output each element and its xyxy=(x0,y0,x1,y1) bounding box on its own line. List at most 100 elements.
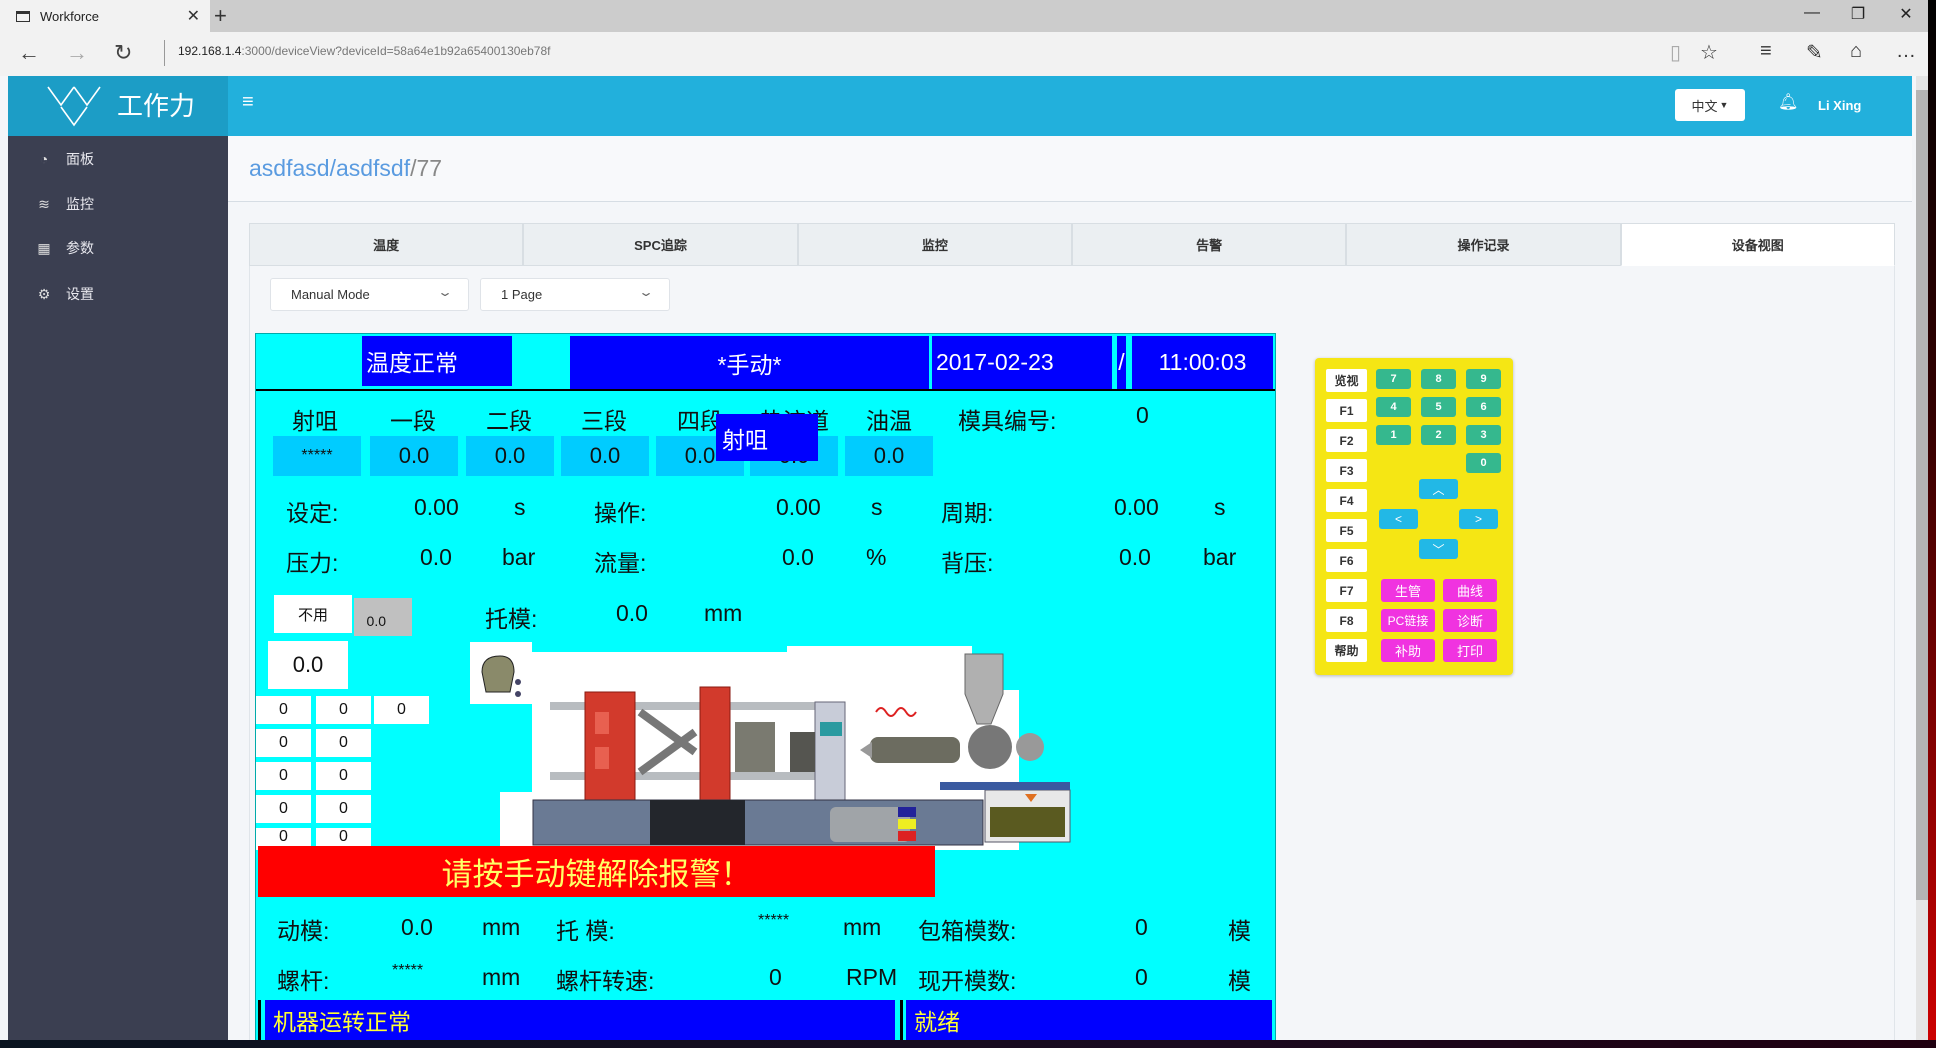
language-dropdown[interactable]: 中文 ▼ xyxy=(1675,89,1745,121)
zone-label: 一段 xyxy=(390,408,436,434)
zone-value[interactable]: 0.0 xyxy=(845,436,933,476)
f3-key[interactable]: F3 xyxy=(1326,459,1367,482)
tab-monitor[interactable]: 监控 xyxy=(797,223,1072,266)
num-key-8[interactable]: 8 xyxy=(1421,369,1456,389)
big-value-display: 0.0 xyxy=(268,641,348,689)
sidebar-item-dashboard[interactable]: ◔ 面板 xyxy=(8,139,228,179)
url-separator xyxy=(164,40,165,66)
tab-temperature[interactable]: 温度 xyxy=(249,223,524,266)
notification-bell-icon[interactable]: 🔔︎ xyxy=(1778,92,1798,112)
favorite-star-icon[interactable]: ☆ xyxy=(1700,40,1718,65)
num-key-0[interactable]: 0 xyxy=(1466,453,1501,473)
packed-count-unit: 模 xyxy=(1228,918,1251,944)
screw-speed-label: 螺杆转速: xyxy=(556,968,655,994)
arrow-up-key[interactable]: ︿ xyxy=(1419,479,1458,499)
breadcrumb-link-1[interactable]: asdfasd xyxy=(249,155,330,181)
page-select[interactable]: 1 Page ⌄ xyxy=(480,278,670,311)
zone-value[interactable]: 0.0 xyxy=(466,436,554,476)
hub-icon[interactable]: ≡ xyxy=(1760,40,1772,63)
grid-cell: 0 xyxy=(316,762,371,790)
forward-button[interactable]: → xyxy=(66,40,88,66)
tab-alarm[interactable]: 告警 xyxy=(1071,223,1347,266)
reading-view-icon[interactable]: ▯ xyxy=(1670,40,1681,65)
tab-spc-tracking[interactable]: SPC追踪 xyxy=(523,223,798,266)
menu-toggle-icon[interactable]: ≡ xyxy=(242,91,254,114)
web-note-icon[interactable]: ✎ xyxy=(1806,40,1823,65)
layers-icon: ≋ xyxy=(38,195,50,212)
f8-key[interactable]: F8 xyxy=(1326,609,1367,632)
arrow-down-key[interactable]: ﹀ xyxy=(1419,539,1458,559)
cycle-time-unit: s xyxy=(1214,494,1226,520)
chevron-down-icon: ﹀ xyxy=(1432,542,1445,557)
close-tab-icon[interactable]: ✕ xyxy=(187,6,200,26)
unused-button[interactable]: 不用 xyxy=(274,595,352,633)
scrollbar-thumb[interactable] xyxy=(1916,90,1928,900)
alarm-banner: 请按手动键解除报警！ xyxy=(258,846,935,897)
share-icon[interactable]: ⌂ xyxy=(1850,40,1862,63)
sidebar-item-label: 面板 xyxy=(66,151,94,167)
hmi-date: 2017-02-23 xyxy=(932,336,1112,389)
view-key[interactable]: 览视 xyxy=(1326,369,1367,392)
sidebar-item-label: 参数 xyxy=(66,240,94,256)
grid-cell: 0 xyxy=(256,795,311,823)
nozzle-popup: 射咀 xyxy=(716,414,818,461)
zone-label: 二段 xyxy=(486,408,532,434)
curve-key[interactable]: 曲线 xyxy=(1443,579,1497,602)
num-key-3[interactable]: 3 xyxy=(1466,425,1501,445)
zone-value[interactable]: 0.0 xyxy=(561,436,649,476)
grid-cell: 0 xyxy=(316,795,371,823)
tab-operation-log[interactable]: 操作记录 xyxy=(1346,223,1621,266)
zone-label: 油温 xyxy=(866,408,912,434)
f6-key[interactable]: F6 xyxy=(1326,549,1367,572)
open-count-label: 现开模数: xyxy=(918,968,1017,994)
dashboard-icon: ◔ xyxy=(39,151,49,167)
num-key-9[interactable]: 9 xyxy=(1466,369,1501,389)
browser-tab[interactable]: Workforce ✕ xyxy=(0,0,210,32)
num-key-2[interactable]: 2 xyxy=(1421,425,1456,445)
zone-value[interactable]: 0.0 xyxy=(370,436,458,476)
new-tab-button[interactable]: + xyxy=(214,3,227,29)
chevron-down-icon: ⌄ xyxy=(436,285,454,299)
num-key-1[interactable]: 1 xyxy=(1376,425,1411,445)
f5-key[interactable]: F5 xyxy=(1326,519,1367,542)
refresh-button[interactable]: ↻ xyxy=(114,40,132,66)
print-key[interactable]: 打印 xyxy=(1443,639,1497,662)
f1-key[interactable]: F1 xyxy=(1326,399,1367,422)
hmi-time: 11:00:03 xyxy=(1132,336,1273,389)
user-name[interactable]: Li Xing xyxy=(1818,98,1861,113)
auxiliary-key[interactable]: 补助 xyxy=(1381,639,1435,662)
arrow-left-key[interactable]: < xyxy=(1379,509,1418,529)
more-icon[interactable]: … xyxy=(1896,40,1916,63)
restore-button[interactable]: ❐ xyxy=(1838,4,1878,24)
diagnosis-key[interactable]: 诊断 xyxy=(1443,609,1497,632)
cycle-time-label: 周期: xyxy=(941,500,994,526)
back-button[interactable]: ← xyxy=(18,40,40,66)
status-divider xyxy=(900,1000,903,1040)
num-key-6[interactable]: 6 xyxy=(1466,397,1501,417)
arrow-right-key[interactable]: > xyxy=(1459,509,1498,529)
num-key-5[interactable]: 5 xyxy=(1421,397,1456,417)
breadcrumb-link-2[interactable]: asdfsdf xyxy=(336,155,410,181)
header-divider xyxy=(256,389,1275,391)
production-mgmt-key[interactable]: 生管 xyxy=(1381,579,1435,602)
f7-key[interactable]: F7 xyxy=(1326,579,1367,602)
f4-key[interactable]: F4 xyxy=(1326,489,1367,512)
sidebar-item-settings[interactable]: ⚙ 设置 xyxy=(8,274,228,314)
ejector-unit: mm xyxy=(843,914,882,940)
url-field[interactable]: 192.168.1.4:3000/deviceView?deviceId=58a… xyxy=(178,44,550,58)
help-key[interactable]: 帮助 xyxy=(1326,639,1367,662)
close-window-button[interactable]: ✕ xyxy=(1886,4,1926,24)
zone-value-nozzle[interactable]: ***** xyxy=(273,436,361,476)
f2-key[interactable]: F2 xyxy=(1326,429,1367,452)
pc-link-key[interactable]: PC链接 xyxy=(1381,609,1435,632)
num-key-4[interactable]: 4 xyxy=(1376,397,1411,417)
sidebar-item-monitor[interactable]: ≋ 监控 xyxy=(8,184,228,224)
ready-status: 就绪 xyxy=(906,1000,1272,1040)
eject-unit: mm xyxy=(704,600,743,626)
sidebar-item-parameters[interactable]: ▦ 参数 xyxy=(8,228,228,268)
pressure-label: 压力: xyxy=(286,550,339,576)
mode-select[interactable]: Manual Mode ⌄ xyxy=(270,278,469,311)
tab-device-view[interactable]: 设备视图 xyxy=(1620,223,1895,266)
minimize-button[interactable]: — xyxy=(1792,4,1832,22)
num-key-7[interactable]: 7 xyxy=(1376,369,1411,389)
